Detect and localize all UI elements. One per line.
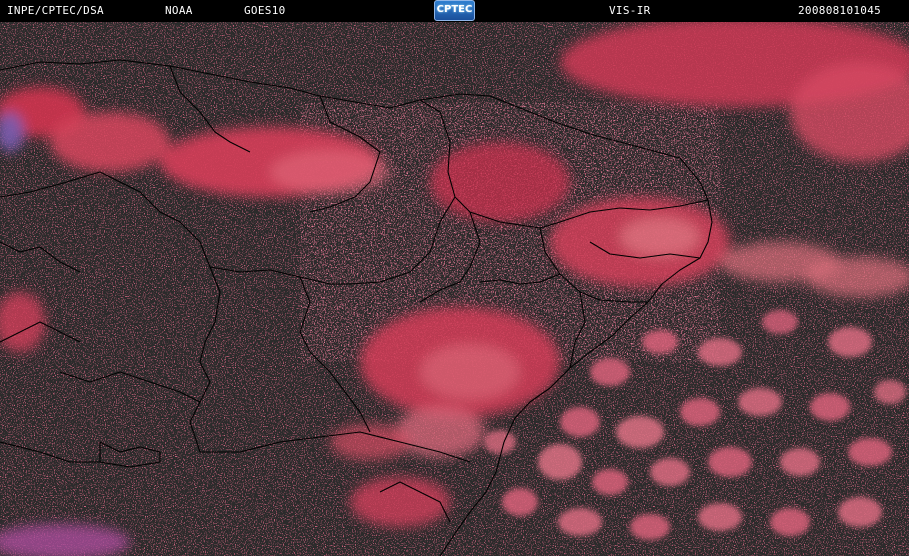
- source-label: INPE/CPTEC/DSA: [7, 4, 104, 17]
- timestamp-label: 200808101045: [798, 4, 882, 17]
- satellite-image-frame: INPE/CPTEC/DSA NOAA GOES10 CPTEC VIS-IR …: [0, 0, 909, 556]
- satellite-map: [0, 22, 909, 556]
- satellite-label: GOES10: [244, 4, 286, 17]
- header-bar: INPE/CPTEC/DSA NOAA GOES10 CPTEC VIS-IR …: [0, 0, 909, 22]
- satellite-map-svg: [0, 22, 909, 556]
- channel-label: VIS-IR: [609, 4, 651, 17]
- agency-label: NOAA: [165, 4, 193, 17]
- cptec-logo-text: CPTEC: [436, 4, 473, 15]
- cptec-logo: CPTEC: [434, 0, 475, 21]
